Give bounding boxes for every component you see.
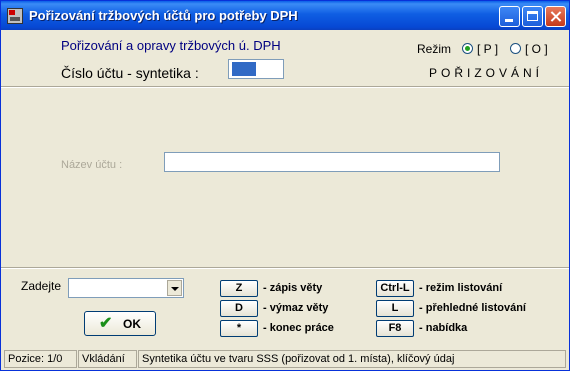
account-number-label: Číslo účtu - syntetika :: [61, 65, 199, 81]
account-name-label: Název účtu :: [61, 159, 123, 171]
ok-button-label: OK: [123, 317, 141, 331]
key-l-button[interactable]: L: [376, 300, 414, 317]
app-icon[interactable]: [7, 8, 23, 24]
key-z-desc: - zápis věty: [263, 282, 323, 294]
top-divider: [1, 86, 569, 88]
key-l-desc: - přehledné listování: [419, 302, 526, 314]
enter-label: Zadejte: [21, 279, 62, 293]
window-title: Pořizování tržbových účtů pro potřeby DP…: [29, 8, 298, 23]
form-heading: Pořizování a opravy tržbových ú. DPH: [61, 38, 281, 53]
command-combo[interactable]: [68, 278, 184, 298]
title-bar[interactable]: Pořizování tržbových účtů pro potřeby DP…: [1, 1, 569, 30]
status-bar: Pozice: 1/0 Vkládání Syntetika účtu ve t…: [1, 348, 569, 370]
key-ctrl-l-button[interactable]: Ctrl-L: [376, 280, 414, 297]
bottom-divider: [1, 267, 569, 269]
account-number-selection: [232, 62, 256, 76]
account-number-field[interactable]: [228, 59, 284, 79]
app-window: Pořizování tržbových účtů pro potřeby DP…: [0, 0, 570, 371]
key-ctrl-l-desc: - režim listování: [419, 282, 503, 294]
key-star-button[interactable]: *: [220, 320, 258, 337]
status-hint: Syntetika účtu ve tvaru SSS (pořizovat o…: [138, 350, 566, 368]
key-f8-button[interactable]: F8: [376, 320, 414, 337]
status-position: Pozice: 1/0: [4, 350, 77, 368]
key-star-desc: - konec práce: [263, 322, 334, 334]
key-z-button[interactable]: Z: [220, 280, 258, 297]
mode-p-label[interactable]: [ P ]: [477, 42, 498, 56]
key-d-desc: - výmaz věty: [263, 302, 329, 314]
mode-p-radio[interactable]: [462, 43, 473, 54]
chevron-down-icon[interactable]: [167, 280, 182, 296]
mode-label: Režim: [417, 42, 452, 56]
status-mode: Vkládání: [78, 350, 137, 368]
check-icon: ✔: [99, 315, 113, 332]
close-button[interactable]: [545, 6, 566, 27]
mode-o-label[interactable]: [ O ]: [525, 42, 548, 56]
ok-button[interactable]: ✔ OK: [84, 311, 156, 336]
mode-o-radio[interactable]: [510, 43, 521, 54]
key-f8-desc: - nabídka: [419, 322, 468, 334]
mode-state-label: POŘIZOVÁNÍ: [429, 66, 544, 80]
minimize-button[interactable]: [499, 6, 520, 27]
account-name-field[interactable]: [164, 152, 500, 172]
maximize-button[interactable]: [522, 6, 543, 27]
key-d-button[interactable]: D: [220, 300, 258, 317]
